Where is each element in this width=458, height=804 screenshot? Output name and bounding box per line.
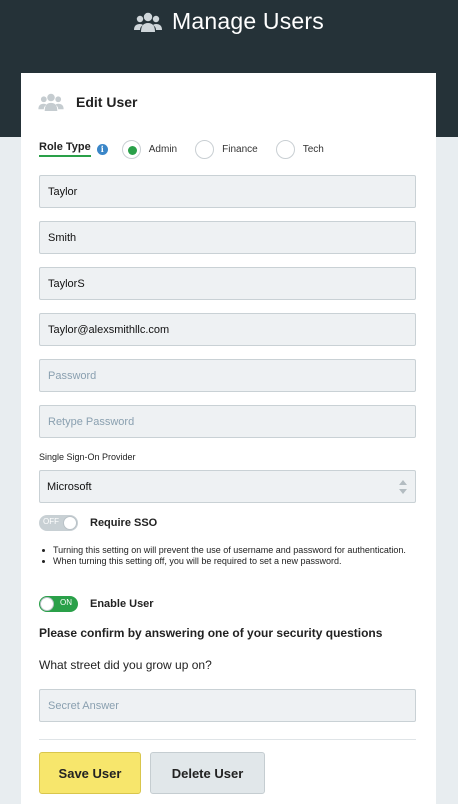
enable-user-label: Enable User <box>90 598 154 610</box>
sso-note: Turning this setting on will prevent the… <box>39 545 409 556</box>
radio-checked-icon[interactable] <box>121 139 141 159</box>
users-icon <box>38 93 64 111</box>
toggle-knob <box>40 597 54 611</box>
app-header: Manage Users <box>0 0 458 42</box>
edit-user-card: Edit User Role Type i Admin Finance Tech… <box>21 73 436 804</box>
sso-provider-value: Microsoft <box>47 480 92 493</box>
radio-unchecked-icon[interactable] <box>195 139 215 159</box>
enable-user-toggle[interactable]: ON <box>39 596 78 612</box>
info-icon[interactable]: i <box>96 143 108 155</box>
require-sso-row: OFF Require SSO <box>39 515 157 531</box>
role-option-label: Finance <box>222 143 258 155</box>
require-sso-toggle[interactable]: OFF <box>39 515 78 531</box>
email-input[interactable] <box>39 313 416 346</box>
last-name-input[interactable] <box>39 221 416 254</box>
password-input[interactable] <box>39 359 416 392</box>
toggle-state-text: OFF <box>43 517 59 526</box>
role-option-admin[interactable]: Admin <box>121 139 178 159</box>
username-input[interactable] <box>39 267 416 300</box>
first-name-input[interactable] <box>39 175 416 208</box>
security-heading: Please confirm by answering one of your … <box>39 626 383 640</box>
sso-provider-label: Single Sign-On Provider <box>39 452 136 462</box>
divider <box>39 739 416 740</box>
role-option-label: Tech <box>302 143 324 155</box>
page-title: Manage Users <box>172 7 324 34</box>
role-option-tech[interactable]: Tech <box>275 139 324 159</box>
role-type-label: Role Type <box>39 141 91 157</box>
sso-provider-select[interactable]: Microsoft <box>39 470 416 503</box>
role-option-finance[interactable]: Finance <box>195 139 258 159</box>
sso-note: When turning this setting off, you will … <box>39 556 409 567</box>
enable-user-row: ON Enable User <box>39 596 154 612</box>
role-type-row: Role Type i Admin Finance Tech <box>39 139 324 159</box>
require-sso-label: Require SSO <box>90 517 158 529</box>
radio-unchecked-icon[interactable] <box>275 139 295 159</box>
role-option-label: Admin <box>148 143 178 155</box>
card-header: Edit User <box>38 93 137 111</box>
retype-password-input[interactable] <box>39 405 416 438</box>
security-question: What street did you grow up on? <box>39 658 212 672</box>
select-arrows-icon <box>399 480 407 494</box>
toggle-knob <box>63 516 77 530</box>
secret-answer-input[interactable] <box>39 689 416 722</box>
delete-user-button[interactable]: Delete User <box>150 752 265 794</box>
toggle-state-text: ON <box>60 598 72 607</box>
users-icon <box>134 12 163 32</box>
card-title: Edit User <box>76 94 138 110</box>
sso-notes: Turning this setting on will prevent the… <box>39 545 409 567</box>
save-user-button[interactable]: Save User <box>39 752 141 794</box>
